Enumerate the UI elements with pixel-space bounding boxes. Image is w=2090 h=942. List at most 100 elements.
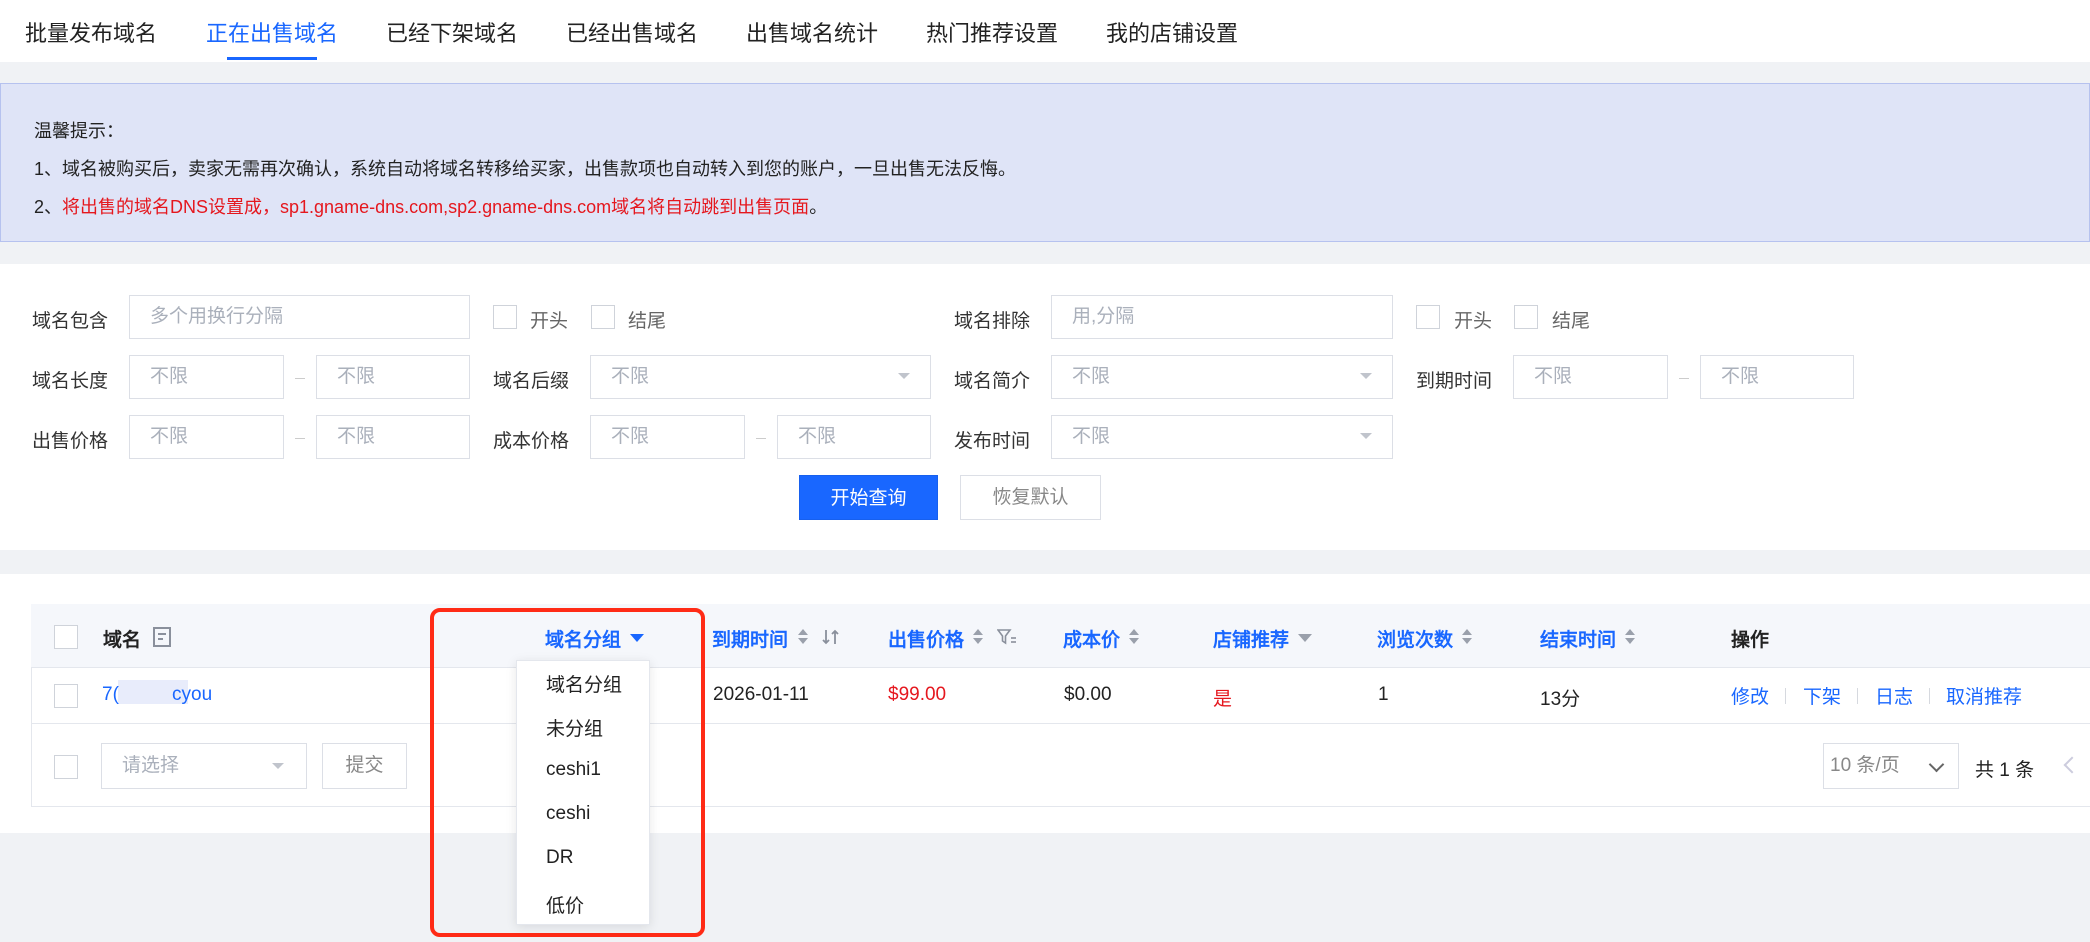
log-button[interactable]: 日志 <box>1875 682 1913 709</box>
column-settings-icon[interactable] <box>153 627 171 647</box>
expire-max-input[interactable]: 不限 <box>1700 355 1854 399</box>
total-count: 共 1 条 <box>1975 760 2035 781</box>
tab-bar: 批量发布域名 正在出售域名 已经下架域名 已经出售域名 出售域名统计 热门推荐设… <box>0 0 2090 62</box>
publish-label: 发布时间 <box>954 431 1031 452</box>
table-header <box>31 604 2090 668</box>
expire-label: 到期时间 <box>1416 371 1493 392</box>
intro-select[interactable]: 不限 <box>1051 355 1393 399</box>
search-button[interactable]: 开始查询 <box>799 475 938 520</box>
price-max-input[interactable]: 不限 <box>316 415 470 459</box>
active-tab-indicator <box>227 57 317 60</box>
action-divider <box>1785 688 1786 704</box>
row-end-time: 13分 <box>1540 689 1581 710</box>
reset-button[interactable]: 恢复默认 <box>960 475 1101 520</box>
batch-action-select[interactable]: 请选择 <box>101 743 307 789</box>
expire-range-dash <box>1679 378 1689 379</box>
tab-batch-publish[interactable]: 批量发布域名 <box>25 16 157 48</box>
length-max-input[interactable]: 不限 <box>316 355 470 399</box>
notice-panel: 温馨提示： 1、域名被购买后，卖家无需再次确认，系统自动将域名转移给买家，出售款… <box>0 83 2090 242</box>
row-cost: $0.00 <box>1064 684 1112 705</box>
tab-hot-recommend[interactable]: 热门推荐设置 <box>926 16 1058 48</box>
notice-line-2: 2、将出售的域名DNS设置成，sp1.gname-dns.com,sp2.gna… <box>34 193 827 219</box>
table-row <box>31 668 2090 724</box>
expire-filter-icon[interactable] <box>822 628 840 646</box>
notice-line-1: 1、域名被购买后，卖家无需再次确认，系统自动将域名转移给买家，出售款项也自动转入… <box>34 159 1017 179</box>
price-range-dash <box>295 438 305 439</box>
group-option-ungrouped[interactable]: 未分组 <box>546 714 603 741</box>
notice-dns-hint: 将出售的域名DNS设置成，sp1.gname-dns.com,sp2.gname… <box>62 197 810 217</box>
exclude-start-label: 开头 <box>1454 311 1493 332</box>
header-views[interactable]: 浏览次数 <box>1377 625 1453 652</box>
row-views: 1 <box>1378 684 1389 705</box>
domain-link-suffix[interactable]: cyou <box>172 684 212 706</box>
expire-sort-icon[interactable] <box>798 629 808 645</box>
notice-line-2-suffix: 。 <box>809 197 828 217</box>
row-checkbox[interactable] <box>54 684 78 708</box>
group-dropdown <box>516 660 650 925</box>
exclude-label: 域名排除 <box>954 311 1031 332</box>
views-sort-icon[interactable] <box>1462 629 1472 645</box>
cancel-recommend-button[interactable]: 取消推荐 <box>1946 682 2022 709</box>
group-option-ceshi[interactable]: ceshi <box>546 803 590 825</box>
expire-min-input[interactable]: 不限 <box>1513 355 1668 399</box>
price-min-input[interactable]: 不限 <box>129 415 284 459</box>
header-cost[interactable]: 成本价 <box>1063 625 1120 652</box>
group-option-ceshi1[interactable]: ceshi1 <box>546 759 601 781</box>
contains-label: 域名包含 <box>32 311 109 332</box>
header-recommend[interactable]: 店铺推荐 <box>1213 625 1289 652</box>
footer-select-all-checkbox[interactable] <box>54 755 78 779</box>
exclude-end-label: 结尾 <box>1552 311 1591 332</box>
group-option-dr[interactable]: DR <box>546 847 573 869</box>
select-all-checkbox[interactable] <box>54 625 78 649</box>
cost-max-input[interactable]: 不限 <box>777 415 931 459</box>
page-size-select[interactable]: 10 条/页 <box>1823 743 1959 789</box>
header-end-time[interactable]: 结束时间 <box>1540 625 1616 652</box>
delist-button[interactable]: 下架 <box>1803 682 1841 709</box>
contains-end-label: 结尾 <box>628 311 667 332</box>
exclude-start-checkbox[interactable] <box>1416 305 1440 329</box>
row-recommend: 是 <box>1213 689 1233 710</box>
notice-title: 温馨提示： <box>34 121 124 141</box>
header-expire[interactable]: 到期时间 <box>712 625 788 652</box>
group-option-all[interactable]: 域名分组 <box>546 670 622 697</box>
group-option-low-price[interactable]: 低价 <box>546 891 584 918</box>
recommend-caret-down-icon[interactable] <box>1298 634 1312 642</box>
contains-start-checkbox[interactable] <box>493 305 517 329</box>
submit-button[interactable]: 提交 <box>322 743 407 789</box>
contains-start-label: 开头 <box>530 311 569 332</box>
suffix-label: 域名后缀 <box>493 371 570 392</box>
row-expire: 2026-01-11 <box>713 684 809 705</box>
price-filter-icon[interactable] <box>997 628 1017 646</box>
edit-button[interactable]: 修改 <box>1731 682 1769 709</box>
tab-shop-settings[interactable]: 我的店铺设置 <box>1106 16 1238 48</box>
contains-end-checkbox[interactable] <box>591 305 615 329</box>
domain-link-prefix[interactable]: 7( <box>102 684 119 706</box>
tab-delisted[interactable]: 已经下架域名 <box>386 16 518 48</box>
row-price: $99.00 <box>888 684 947 705</box>
publish-select[interactable]: 不限 <box>1051 415 1393 459</box>
contains-input[interactable]: 多个用换行分隔 <box>129 295 470 339</box>
tab-statistics[interactable]: 出售域名统计 <box>746 16 878 48</box>
intro-label: 域名简介 <box>954 371 1031 392</box>
tab-sold[interactable]: 已经出售域名 <box>566 16 698 48</box>
exclude-input[interactable]: 用,分隔 <box>1051 295 1393 339</box>
length-min-input[interactable]: 不限 <box>129 355 284 399</box>
action-divider <box>1857 688 1858 704</box>
action-divider <box>1929 688 1930 704</box>
header-price[interactable]: 出售价格 <box>888 625 964 652</box>
price-sort-icon[interactable] <box>973 629 983 645</box>
end-time-sort-icon[interactable] <box>1625 629 1635 645</box>
cost-label: 成本价格 <box>493 431 570 452</box>
header-domain: 域名 <box>103 630 142 651</box>
cost-range-dash <box>756 438 766 439</box>
length-range-dash <box>295 378 305 379</box>
length-label: 域名长度 <box>32 371 109 392</box>
tab-selling[interactable]: 正在出售域名 <box>206 16 338 48</box>
notice-line-2-prefix: 2、 <box>34 197 63 217</box>
header-actions: 操作 <box>1731 630 1770 651</box>
exclude-end-checkbox[interactable] <box>1514 305 1538 329</box>
cost-sort-icon[interactable] <box>1129 629 1139 645</box>
cost-min-input[interactable]: 不限 <box>590 415 745 459</box>
price-label: 出售价格 <box>32 431 109 452</box>
suffix-select[interactable]: 不限 <box>590 355 931 399</box>
